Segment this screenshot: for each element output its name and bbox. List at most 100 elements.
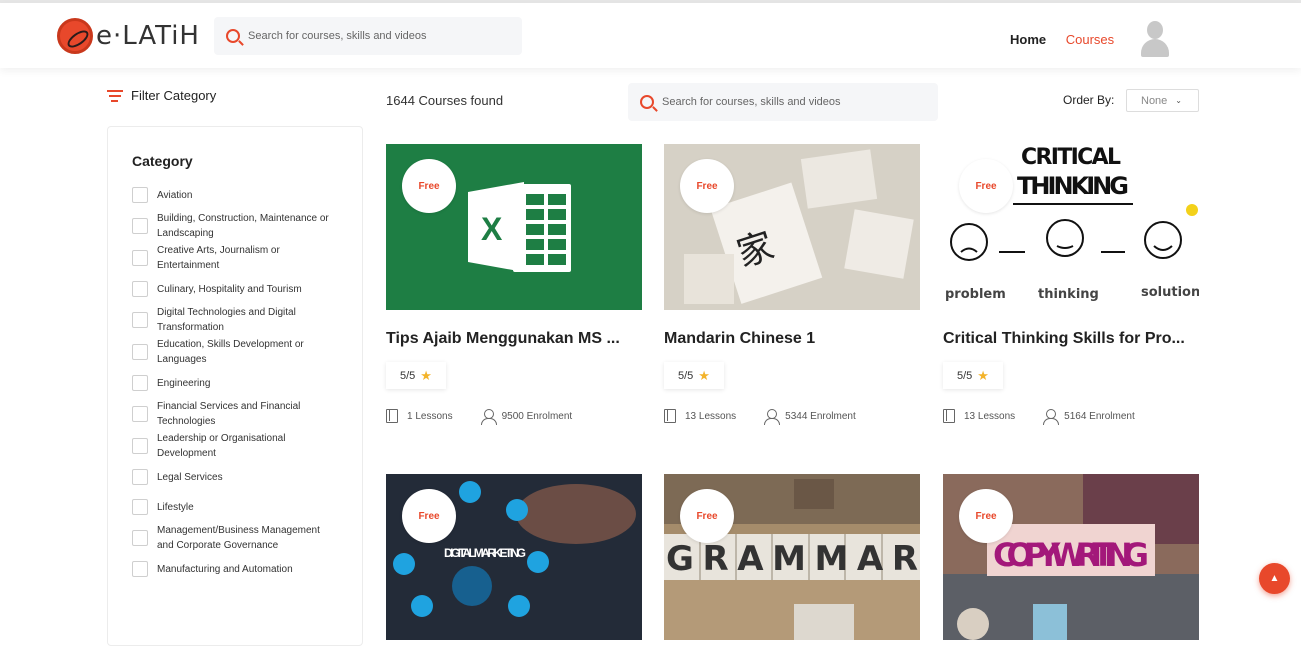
- avatar-head-icon: [1147, 21, 1163, 39]
- course-card[interactable]: COPYWRITING Free: [943, 474, 1199, 640]
- course-thumbnail[interactable]: COPYWRITING Free: [943, 474, 1199, 640]
- nav-home[interactable]: Home: [1010, 32, 1046, 47]
- svg-text:CRITICAL: CRITICAL: [1021, 145, 1121, 170]
- category-checkbox[interactable]: [132, 499, 148, 515]
- category-label: Creative Arts, Journalism or Entertainme…: [157, 245, 280, 271]
- user-icon: [1043, 409, 1060, 425]
- header-search[interactable]: [214, 17, 522, 55]
- category-label: Digital Technologies and Digital Transfo…: [157, 307, 296, 333]
- course-card[interactable]: CRITICAL THINKING problem thinking solut…: [943, 144, 1199, 425]
- main-nav: Home Courses: [1010, 32, 1130, 47]
- category-item[interactable]: Aviation: [132, 181, 338, 209]
- category-item[interactable]: Management/Business Management and Corpo…: [132, 523, 338, 553]
- category-item[interactable]: Legal Services: [132, 463, 338, 491]
- svg-text:thinking: thinking: [1038, 287, 1099, 302]
- course-meta: 13 Lessons 5164 Enrolment: [943, 409, 1199, 425]
- category-label: Lifestyle: [157, 501, 194, 513]
- star-icon: ★: [977, 367, 989, 383]
- search-icon: [640, 95, 654, 109]
- logo-ball-icon: [57, 18, 93, 54]
- book-icon: [943, 409, 955, 423]
- course-rating: 5/5 ★: [664, 362, 724, 389]
- category-title: Category: [132, 153, 193, 169]
- enrolment-count: 5344 Enrolment: [785, 410, 856, 422]
- category-checkbox[interactable]: [132, 375, 148, 391]
- book-icon: [386, 409, 398, 423]
- svg-text:THINKING: THINKING: [1017, 172, 1129, 200]
- category-checkbox[interactable]: [132, 561, 148, 577]
- category-item[interactable]: Lifestyle: [132, 493, 338, 521]
- chevron-down-icon: ⌄: [1175, 96, 1182, 105]
- course-title[interactable]: Tips Ajaib Menggunakan MS ...: [386, 330, 630, 348]
- brand-logo[interactable]: e·LATiH: [57, 18, 200, 54]
- category-item[interactable]: Engineering: [132, 369, 338, 397]
- free-badge: Free: [959, 489, 1013, 543]
- svg-text:solution: solution: [1141, 285, 1199, 300]
- course-thumbnail[interactable]: 家 Free: [664, 144, 920, 310]
- course-search-input[interactable]: [662, 96, 902, 108]
- category-checkbox[interactable]: [132, 344, 148, 360]
- free-badge: Free: [680, 489, 734, 543]
- course-card[interactable]: GRAMMAR Free: [664, 474, 920, 640]
- svg-text:DIGITAL MARKETING: DIGITAL MARKETING: [444, 546, 526, 560]
- category-checkbox[interactable]: [132, 438, 148, 454]
- category-checkbox[interactable]: [132, 469, 148, 485]
- category-item[interactable]: Manufacturing and Automation: [132, 555, 338, 583]
- lessons-count: 13 Lessons: [964, 410, 1016, 422]
- course-meta: 13 Lessons 5344 Enrolment: [664, 409, 920, 425]
- course-thumbnail[interactable]: CRITICAL THINKING problem thinking solut…: [943, 144, 1199, 310]
- nav-courses[interactable]: Courses: [1066, 32, 1114, 47]
- avatar-body-icon: [1141, 39, 1169, 57]
- course-card[interactable]: 家 Free Mandarin Chinese 1 5/5 ★ 13 Lesson…: [664, 144, 920, 425]
- free-badge: Free: [402, 489, 456, 543]
- course-title[interactable]: Critical Thinking Skills for Pro...: [943, 330, 1187, 348]
- site-header: e·LATiH Home Courses: [0, 3, 1301, 68]
- course-title[interactable]: Mandarin Chinese 1: [664, 330, 908, 348]
- user-avatar[interactable]: [1139, 19, 1171, 57]
- user-icon: [480, 409, 497, 425]
- category-label: Management/Business Management and Corpo…: [157, 525, 320, 551]
- user-icon: [764, 409, 781, 425]
- book-icon: [664, 409, 676, 423]
- category-list: Aviation Building, Construction, Maintena…: [132, 181, 338, 583]
- course-thumbnail[interactable]: X Free: [386, 144, 642, 310]
- course-card[interactable]: X Free Tips Ajaib Menggunakan MS ... 5/5…: [386, 144, 642, 425]
- category-checkbox[interactable]: [132, 406, 148, 422]
- category-checkbox[interactable]: [132, 312, 148, 328]
- lessons-count: 1 Lessons: [407, 410, 453, 422]
- filter-category-toggle[interactable]: Filter Category: [107, 88, 216, 103]
- free-badge: Free: [402, 159, 456, 213]
- star-icon: ★: [420, 367, 432, 383]
- category-item[interactable]: Building, Construction, Maintenance or L…: [132, 211, 338, 241]
- header-search-input[interactable]: [248, 30, 488, 42]
- order-by-select[interactable]: None ⌄: [1126, 89, 1199, 112]
- category-item[interactable]: Leadership or Organisational Development: [132, 431, 338, 461]
- rating-value: 5/5: [678, 369, 694, 382]
- enrolment-count: 9500 Enrolment: [501, 410, 573, 422]
- free-badge: Free: [959, 159, 1013, 213]
- category-label: Culinary, Hospitality and Tourism: [157, 283, 302, 295]
- category-label: Building, Construction, Maintenance or L…: [157, 213, 329, 239]
- course-card[interactable]: DIGITAL MARKETING Free: [386, 474, 642, 640]
- category-item[interactable]: Education, Skills Development or Languag…: [132, 337, 338, 367]
- category-checkbox[interactable]: [132, 187, 148, 203]
- category-checkbox[interactable]: [132, 281, 148, 297]
- category-item[interactable]: Digital Technologies and Digital Transfo…: [132, 305, 338, 335]
- course-thumbnail[interactable]: DIGITAL MARKETING Free: [386, 474, 642, 640]
- category-item[interactable]: Culinary, Hospitality and Tourism: [132, 275, 338, 303]
- scroll-to-top-button[interactable]: ▲: [1259, 563, 1290, 594]
- category-checkbox[interactable]: [132, 218, 148, 234]
- course-search[interactable]: [628, 83, 938, 121]
- filter-icon: [107, 89, 123, 102]
- category-item[interactable]: Financial Services and Financial Technol…: [132, 399, 338, 429]
- category-item[interactable]: Creative Arts, Journalism or Entertainme…: [132, 243, 338, 273]
- order-by-label: Order By:: [1063, 93, 1115, 107]
- course-thumbnail[interactable]: GRAMMAR Free: [664, 474, 920, 640]
- rating-value: 5/5: [400, 369, 416, 382]
- category-checkbox[interactable]: [132, 250, 148, 266]
- svg-text:COPYWRITING: COPYWRITING: [993, 536, 1149, 574]
- filter-heading: Filter Category: [131, 88, 217, 103]
- category-label: Legal Services: [157, 471, 223, 483]
- category-label: Manufacturing and Automation: [157, 563, 293, 575]
- category-checkbox[interactable]: [132, 530, 148, 546]
